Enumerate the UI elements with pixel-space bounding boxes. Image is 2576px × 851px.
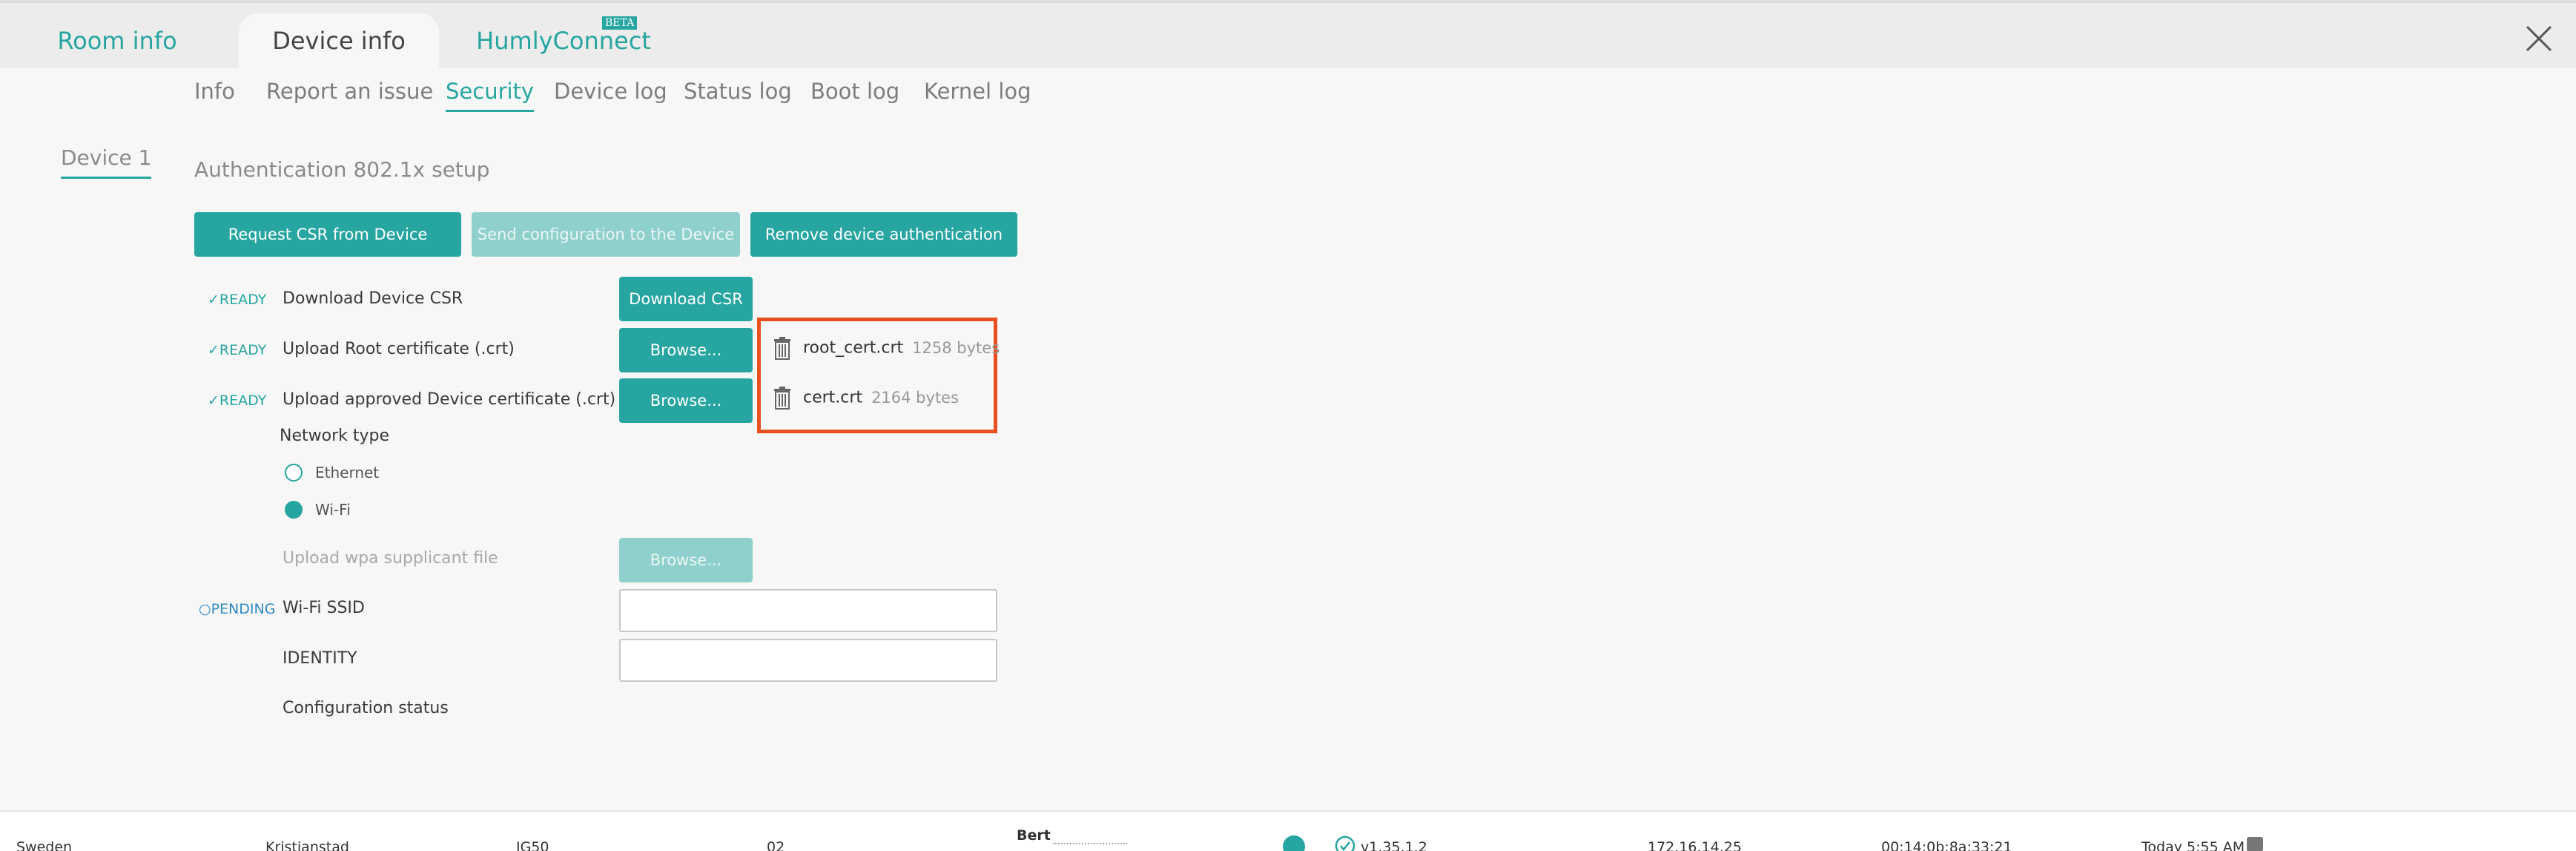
status-ready: ✓READY bbox=[208, 392, 267, 409]
file-name: root_cert.crt bbox=[803, 338, 904, 358]
browse-device-cert-button[interactable]: Browse... bbox=[619, 378, 753, 423]
configuration-status-label: Configuration status bbox=[283, 699, 449, 717]
status-pending: ○PENDING bbox=[199, 601, 276, 617]
wifi-ssid-label: Wi-Fi SSID bbox=[283, 599, 365, 617]
wifi-radio[interactable] bbox=[285, 501, 303, 519]
uploaded-file-root-cert: root_cert.crt 1258 bytes bbox=[773, 336, 1000, 366]
network-type-label: Network type bbox=[280, 427, 389, 445]
cell-model: IG50 bbox=[516, 839, 549, 851]
send-configuration-button[interactable]: Send configuration to the Device bbox=[472, 212, 740, 257]
upload-device-cert-label: Upload approved Device certificate (.crt… bbox=[283, 390, 616, 409]
beta-badge: BETA bbox=[602, 16, 638, 30]
upload-root-cert-label: Upload Root certificate (.crt) bbox=[283, 340, 515, 358]
device-1-tab[interactable]: Device 1 bbox=[61, 145, 152, 179]
identity-label: IDENTITY bbox=[283, 649, 357, 668]
subnav-info[interactable]: Info bbox=[194, 79, 235, 104]
wifi-label[interactable]: Wi-Fi bbox=[315, 500, 351, 519]
check-circle-icon bbox=[1335, 835, 1355, 851]
cell-country: Sweden bbox=[16, 839, 73, 851]
browse-root-cert-button[interactable]: Browse... bbox=[619, 328, 753, 372]
close-icon[interactable] bbox=[2524, 24, 2554, 53]
wpa-supplicant-label: Upload wpa supplicant file bbox=[283, 549, 498, 568]
refresh-icon[interactable] bbox=[2247, 837, 2263, 851]
subnav-device-log[interactable]: Device log bbox=[554, 79, 667, 104]
file-size: 1258 bytes bbox=[912, 339, 1000, 357]
cell-ip-address: 172.16.14.25 bbox=[1648, 839, 1742, 851]
cell-floor: 02 bbox=[767, 839, 785, 851]
device-list-row[interactable]: Sweden Kristianstad IG50 02 Bert v1.35.1… bbox=[0, 810, 2576, 851]
ethernet-radio[interactable] bbox=[285, 464, 303, 482]
request-csr-button[interactable]: Request CSR from Device bbox=[194, 212, 461, 257]
trash-icon[interactable] bbox=[773, 386, 791, 410]
cell-room-name: Bert bbox=[1017, 827, 1051, 844]
cell-last-seen: Today 5:55 AM bbox=[2141, 839, 2245, 851]
status-ready: ✓READY bbox=[208, 342, 267, 358]
download-csr-label: Download Device CSR bbox=[283, 289, 463, 308]
cell-room-subtext bbox=[1053, 843, 1127, 846]
online-status-dot bbox=[1283, 835, 1305, 851]
uploaded-file-device-cert: cert.crt 2164 bytes bbox=[773, 386, 959, 415]
file-name: cert.crt bbox=[803, 388, 863, 407]
subnav-kernel-log[interactable]: Kernel log bbox=[924, 79, 1031, 104]
subnav-report-issue[interactable]: Report an issue bbox=[266, 79, 433, 104]
identity-input[interactable] bbox=[619, 639, 997, 682]
status-ready: ✓READY bbox=[208, 292, 267, 308]
subnav-security[interactable]: Security bbox=[446, 79, 535, 112]
trash-icon[interactable] bbox=[773, 336, 791, 360]
file-size: 2164 bytes bbox=[871, 389, 960, 407]
remove-authentication-button[interactable]: Remove device authentication bbox=[750, 212, 1017, 257]
uploaded-files-highlight bbox=[757, 318, 997, 433]
subnav-boot-log[interactable]: Boot log bbox=[810, 79, 899, 104]
browse-wpa-button[interactable]: Browse... bbox=[619, 538, 753, 582]
window-tab-bar: Room info Device info HumlyConnect BETA bbox=[0, 0, 2576, 71]
ethernet-label[interactable]: Ethernet bbox=[315, 463, 379, 482]
cell-city: Kristianstad bbox=[265, 839, 349, 851]
download-csr-button[interactable]: Download CSR bbox=[619, 277, 753, 321]
subnav-status-log[interactable]: Status log bbox=[684, 79, 792, 104]
tab-device-info[interactable]: Device info bbox=[239, 13, 439, 71]
tab-room-info[interactable]: Room info bbox=[44, 13, 190, 71]
cell-mac-address: 00:14:0b:8a:33:21 bbox=[1881, 839, 2012, 851]
cell-version: v1.35.1.2 bbox=[1361, 839, 1427, 851]
section-title: Authentication 802.1x setup bbox=[194, 157, 490, 182]
wifi-ssid-input[interactable] bbox=[619, 589, 997, 632]
